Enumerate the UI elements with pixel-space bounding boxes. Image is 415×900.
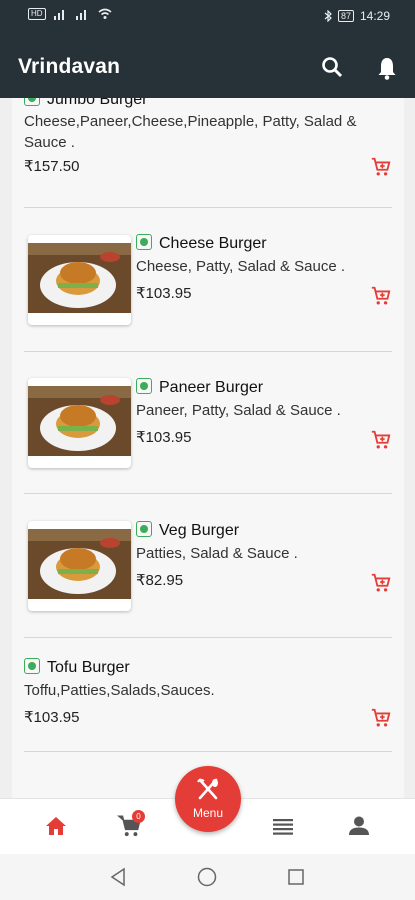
cart-button[interactable]: 0 [117, 810, 147, 841]
fork-knife-icon [197, 778, 218, 800]
add-to-cart-icon[interactable] [370, 429, 392, 451]
home-icon[interactable] [43, 813, 69, 839]
item-name: Tofu Burger [47, 659, 130, 676]
item-name: Veg Burger [159, 522, 240, 539]
menu-card: Jumbo Burger Cheese,Paneer,Cheese,Pineap… [12, 98, 404, 798]
search-icon[interactable] [319, 54, 347, 82]
list-item[interactable]: Cheese Burger Cheese, Patty, Salad & Sau… [24, 207, 392, 352]
veg-icon [24, 98, 40, 106]
cart-count-badge: 0 [132, 810, 145, 823]
list-item[interactable]: Tofu Burger Toffu,Patties,Salads,Sauces.… [24, 637, 392, 752]
item-name: Jumbo Burger [47, 98, 148, 108]
item-name: Paneer Burger [159, 379, 264, 396]
item-description: Toffu,Patties,Salads,Sauces. [24, 682, 215, 699]
recents-icon[interactable] [287, 868, 305, 886]
item-image [28, 235, 131, 325]
item-price: ₹103.95 [24, 709, 80, 726]
item-description: Cheese, Patty, Salad & Sauce . [136, 258, 346, 275]
veg-icon [136, 378, 152, 394]
signal-icon-2 [75, 8, 90, 20]
bell-icon[interactable] [373, 54, 401, 82]
veg-icon [24, 658, 40, 674]
list-item[interactable]: Jumbo Burger Cheese,Paneer,Cheese,Pineap… [24, 98, 392, 208]
home-circle-icon[interactable] [197, 867, 217, 887]
menu-list[interactable]: Jumbo Burger Cheese,Paneer,Cheese,Pineap… [0, 98, 415, 798]
volte-icon: HD [28, 8, 46, 20]
bluetooth-icon [324, 10, 332, 22]
app-bar: Vrindavan [0, 36, 415, 98]
item-price: ₹82.95 [136, 572, 184, 589]
wifi-icon [98, 8, 112, 19]
back-icon[interactable] [109, 867, 127, 887]
menu-fab-button[interactable]: Menu [175, 766, 241, 832]
status-bar: HD 87 14:29 [0, 0, 415, 36]
item-image [28, 521, 131, 611]
item-description: Patties, Salad & Sauce . [136, 545, 298, 562]
item-description: Paneer, Patty, Salad & Sauce . [136, 402, 341, 419]
add-to-cart-icon[interactable] [370, 707, 392, 729]
veg-icon [136, 521, 152, 537]
veg-icon [136, 234, 152, 250]
list-item[interactable]: Veg Burger Patties, Salad & Sauce . ₹82.… [24, 493, 392, 638]
item-price: ₹103.95 [136, 429, 192, 446]
list-icon[interactable] [270, 813, 296, 839]
menu-label: Menu [192, 806, 224, 820]
system-nav-bar [0, 854, 415, 900]
profile-icon[interactable] [346, 813, 372, 839]
battery-icon: 87 [337, 10, 354, 22]
app-title: Vrindavan [18, 55, 121, 78]
item-name: Cheese Burger [159, 235, 267, 252]
clock: 14:29 [359, 9, 390, 23]
list-item[interactable]: Paneer Burger Paneer, Patty, Salad & Sau… [24, 351, 392, 494]
item-image [28, 378, 131, 468]
add-to-cart-icon[interactable] [370, 285, 392, 307]
add-to-cart-icon[interactable] [370, 572, 392, 594]
item-description: Cheese,Paneer,Cheese,Pineapple, Patty, S… [24, 113, 357, 151]
item-price: ₹157.50 [24, 158, 80, 175]
add-to-cart-icon[interactable] [370, 156, 392, 178]
signal-icon [53, 8, 68, 20]
item-price: ₹103.95 [136, 285, 192, 302]
